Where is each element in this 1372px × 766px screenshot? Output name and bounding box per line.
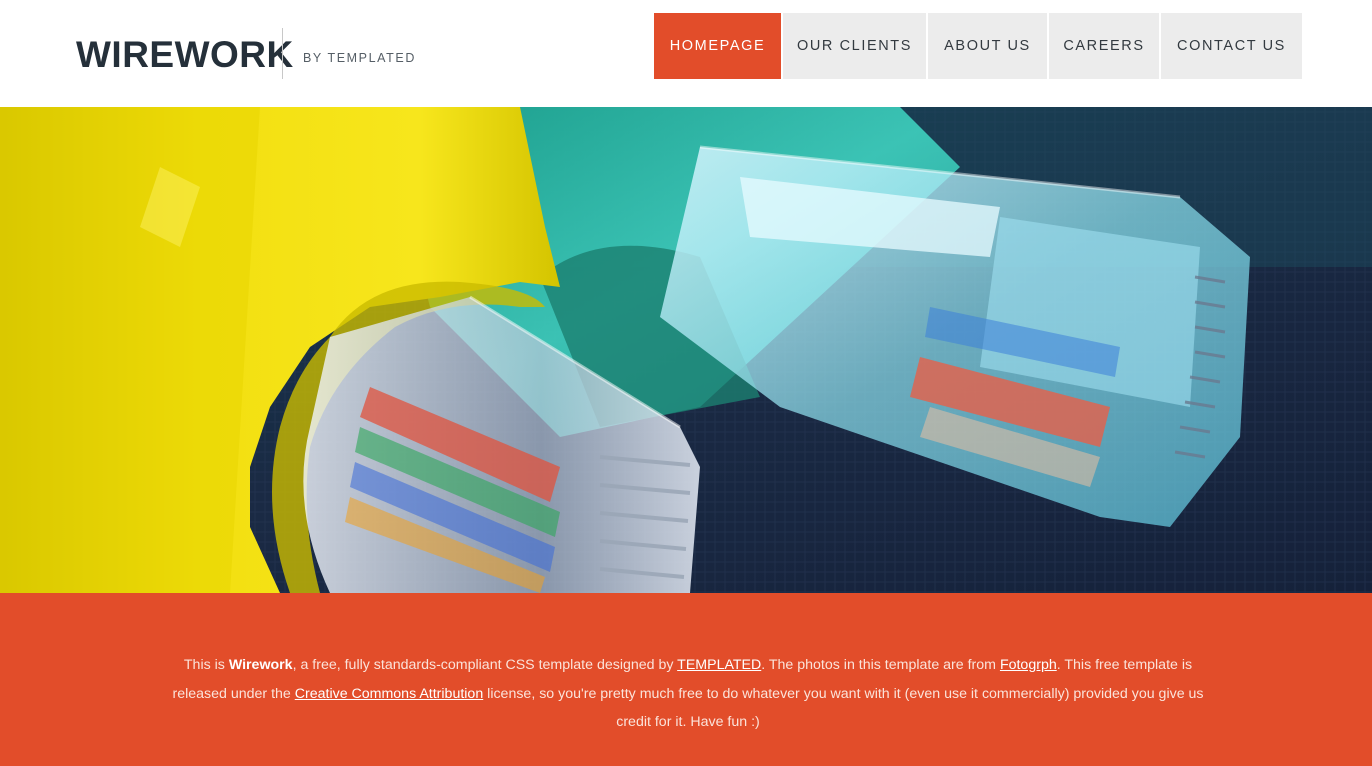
logo-divider <box>282 28 283 79</box>
nav-item-homepage[interactable]: HOMEPAGE <box>654 13 781 79</box>
nav-item-about-us[interactable]: ABOUT US <box>928 13 1047 79</box>
site-header: WIREWORK BY TEMPLATED HOMEPAGE OUR CLIEN… <box>0 0 1372 107</box>
intro-text: This is Wirework, a free, fully standard… <box>170 651 1206 737</box>
intro-text-part: , a free, fully standards-compliant CSS … <box>292 657 678 674</box>
nav-item-our-clients[interactable]: OUR CLIENTS <box>783 13 926 79</box>
fotogrph-link[interactable]: Fotogrph <box>1000 657 1057 673</box>
byline: BY TEMPLATED <box>303 51 416 65</box>
brand-name: Wirework <box>228 657 293 674</box>
hero-banner-image <box>0 107 1372 593</box>
intro-band: This is Wirework, a free, fully standard… <box>0 593 1372 766</box>
creative-commons-link[interactable]: Creative Commons Attribution <box>295 686 483 702</box>
nav-item-careers[interactable]: CAREERS <box>1049 13 1159 79</box>
site-logo[interactable]: WIREWORK <box>76 30 294 80</box>
intro-text-part: . The photos in this template are from <box>761 657 1000 674</box>
nav-item-contact-us[interactable]: CONTACT US <box>1161 13 1302 79</box>
intro-text-part: This is <box>183 657 229 674</box>
templated-link[interactable]: TEMPLATED <box>677 657 761 673</box>
intro-text-part: license, so you're pretty much free to d… <box>483 685 1204 731</box>
ethernet-cables-photo <box>0 107 1372 593</box>
main-nav: HOMEPAGE OUR CLIENTS ABOUT US CAREERS CO… <box>654 13 1302 79</box>
